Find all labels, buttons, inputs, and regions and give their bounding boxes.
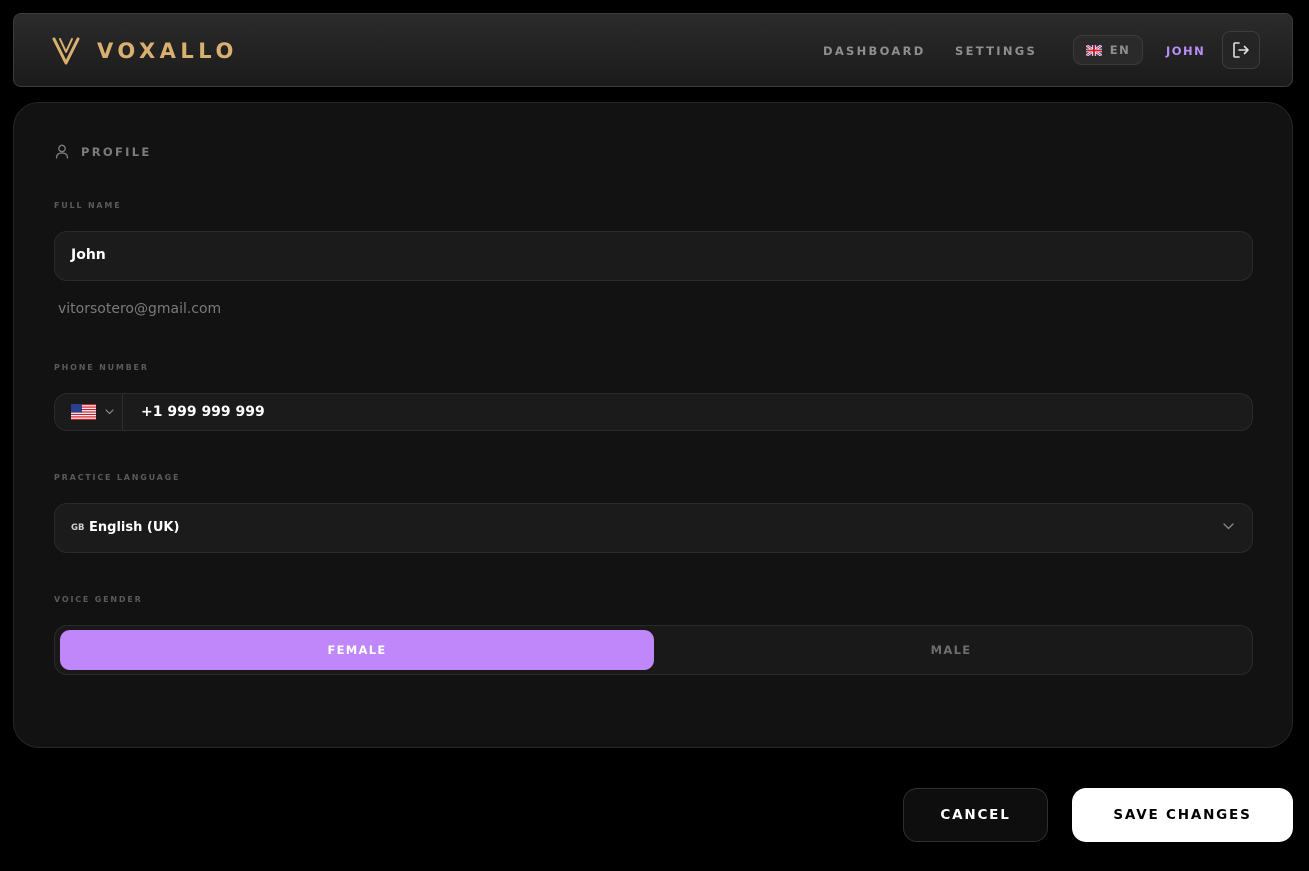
phone-number-field[interactable]: +1 999 999 999 xyxy=(54,393,1253,431)
chevron-down-icon xyxy=(105,409,114,415)
save-changes-button[interactable]: SAVE CHANGES xyxy=(1072,788,1293,842)
logout-button[interactable] xyxy=(1222,31,1260,69)
voice-gender-female-option[interactable]: FEMALE xyxy=(60,630,654,670)
full-name-label: FULL NAME xyxy=(54,201,122,210)
full-name-value: John xyxy=(71,247,106,263)
cancel-button[interactable]: CANCEL xyxy=(903,788,1048,842)
phone-number-label: PHONE NUMBER xyxy=(54,363,149,372)
practice-language-value: English (UK) xyxy=(89,520,180,535)
top-navbar: VOXALLO DASHBOARD SETTINGS EN JOHN xyxy=(13,13,1293,87)
nav-settings-link[interactable]: SETTINGS xyxy=(955,43,1037,59)
voice-gender-male-option[interactable]: MALE xyxy=(654,630,1248,670)
voice-gender-label: VOICE GENDER xyxy=(54,595,143,604)
us-flag-icon xyxy=(71,404,96,420)
uk-flag-icon xyxy=(1085,44,1102,56)
country-code-picker[interactable] xyxy=(55,394,123,430)
brand-logo[interactable]: VOXALLO xyxy=(52,36,238,66)
chevron-down-icon xyxy=(1223,523,1234,530)
language-switcher[interactable]: EN xyxy=(1073,35,1143,65)
email-text: vitorsotero@gmail.com xyxy=(58,301,222,317)
profile-section-title: PROFILE xyxy=(81,144,152,159)
profile-section-header: PROFILE xyxy=(55,144,151,159)
practice-language-select[interactable]: GB English (UK) xyxy=(54,503,1253,553)
nav-dashboard-link[interactable]: DASHBOARD xyxy=(823,43,926,59)
brand-name: VOXALLO xyxy=(97,39,238,63)
v-chevron-logo-icon xyxy=(52,37,80,65)
full-name-field[interactable]: John xyxy=(54,231,1253,281)
practice-language-label: PRACTICE LANGUAGE xyxy=(54,473,181,482)
user-name[interactable]: JOHN xyxy=(1166,43,1205,59)
user-icon xyxy=(55,144,69,159)
profile-card: PROFILE FULL NAME John vitorsotero@gmail… xyxy=(13,102,1293,748)
phone-number-value: +1 999 999 999 xyxy=(141,404,265,420)
logout-icon xyxy=(1233,42,1249,58)
language-code: EN xyxy=(1109,43,1131,57)
gb-flag-code: GB xyxy=(71,523,85,533)
voice-gender-toggle: FEMALE MALE xyxy=(54,625,1253,675)
